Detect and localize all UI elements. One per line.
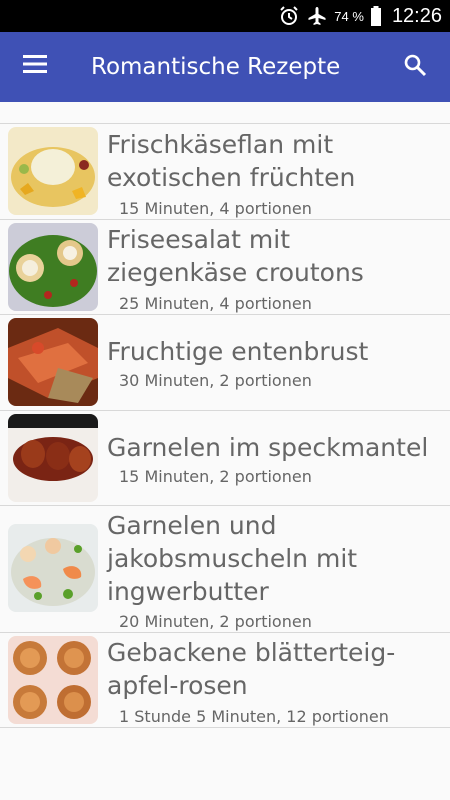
recipe-name: Fruchtige entenbrust — [107, 337, 369, 366]
recipe-item[interactable]: Garnelen im speckmantel 15 Minuten, 2 po… — [0, 410, 450, 505]
recipe-meta: 20 Minuten, 2 portionen — [119, 612, 312, 631]
page-title: Romantische Rezepte — [91, 54, 341, 80]
recipe-list: Frischkäseflan mit exotischen früchten 1… — [0, 123, 450, 728]
recipe-meta: 1 Stunde 5 Minuten, 12 portionen — [119, 707, 389, 726]
search-button[interactable] — [392, 44, 438, 90]
recipe-thumbnail — [8, 636, 98, 724]
status-bar: 74 % 12:26 — [0, 0, 450, 32]
recipe-meta: 30 Minuten, 2 portionen — [119, 371, 312, 390]
clock: 12:26 — [391, 4, 442, 27]
recipe-meta: 25 Minuten, 4 portionen — [119, 294, 312, 313]
recipe-item[interactable]: Fruchtige entenbrust 30 Minuten, 2 porti… — [0, 314, 450, 410]
recipe-name: Garnelen im speckmantel — [107, 433, 429, 462]
recipe-item[interactable]: Friseesalat mit ziegenkäse croutons 25 M… — [0, 219, 450, 314]
menu-button[interactable] — [12, 43, 58, 89]
recipe-thumbnail — [8, 414, 98, 502]
alarm-icon — [278, 5, 300, 27]
recipe-name: Friseesalat mit ziegenkäse croutons — [107, 225, 364, 287]
recipe-item[interactable]: Frischkäseflan mit exotischen früchten 1… — [0, 123, 450, 219]
recipe-name: Garnelen und jakobsmuscheln mit ingwerbu… — [107, 511, 358, 606]
battery-icon — [370, 5, 382, 27]
battery-percent: 74 % — [334, 8, 364, 24]
recipe-thumbnail — [8, 223, 98, 311]
menu-icon — [23, 54, 47, 78]
recipe-item[interactable]: Gebackene blätterteig-apfel-rosen 1 Stun… — [0, 632, 450, 728]
app-bar: Romantische Rezepte — [0, 32, 450, 102]
recipe-thumbnail — [8, 318, 98, 406]
recipe-item[interactable]: Garnelen und jakobsmuscheln mit ingwerbu… — [0, 505, 450, 632]
airplane-mode-icon — [306, 5, 328, 27]
recipe-thumbnail — [8, 127, 98, 215]
recipe-meta: 15 Minuten, 2 portionen — [119, 467, 312, 486]
search-icon — [403, 53, 427, 81]
recipe-name: Frischkäseflan mit exotischen früchten — [107, 130, 356, 192]
recipe-meta: 15 Minuten, 4 portionen — [119, 199, 312, 218]
recipe-thumbnail — [8, 524, 98, 612]
recipe-name: Gebackene blätterteig-apfel-rosen — [107, 638, 396, 700]
